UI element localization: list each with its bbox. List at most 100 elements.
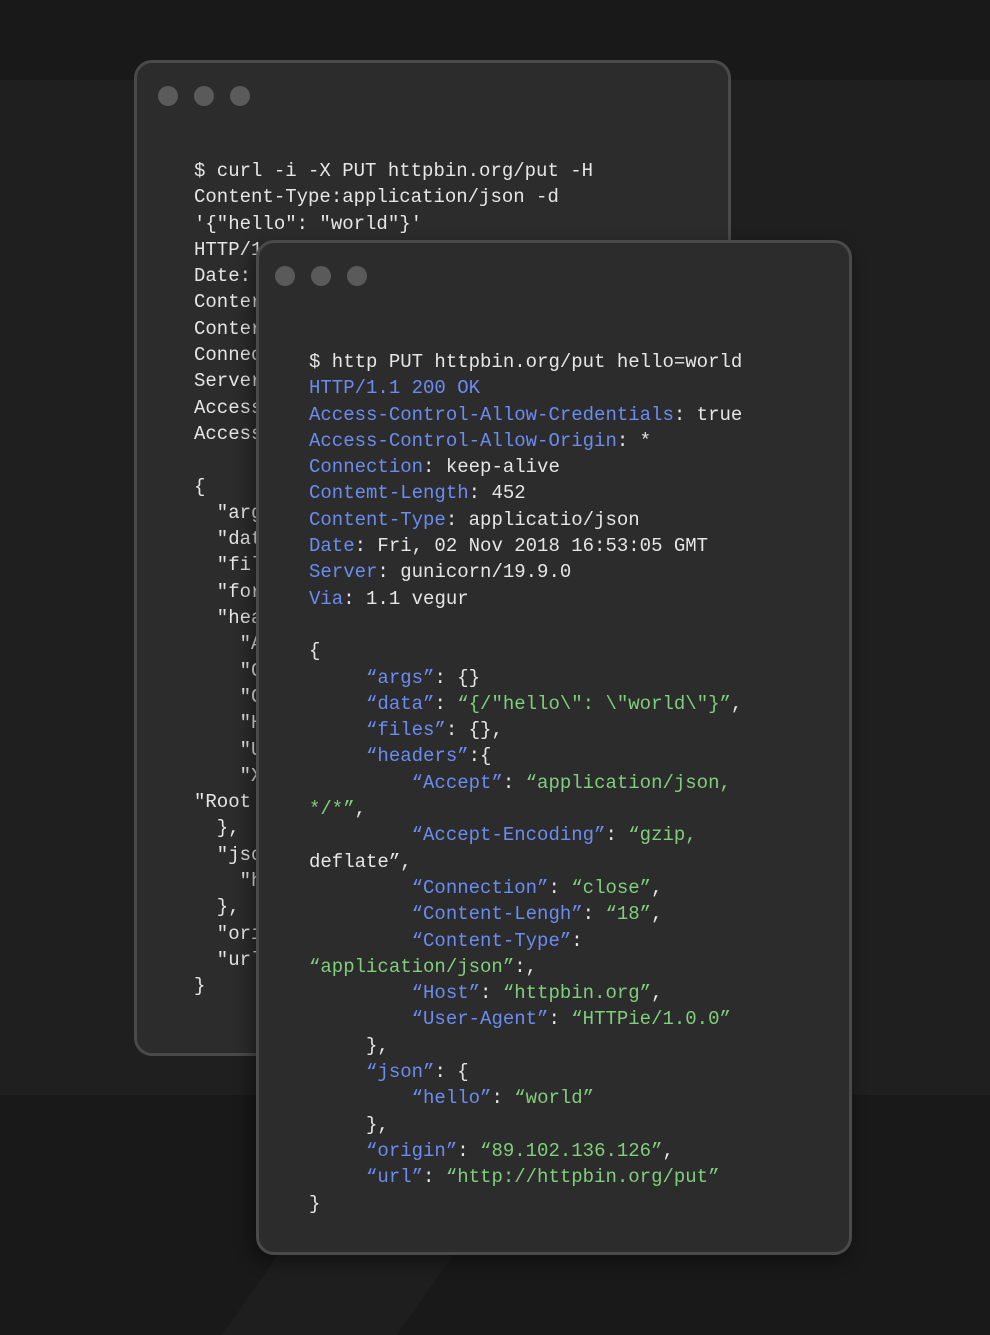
json-line: “data”: “{/"hello\": \"world\"}”, [366,692,743,715]
json-value: “httpbin.org” [502,982,652,1005]
json-line: “json”: { [366,1061,469,1084]
json-key: “json” [366,1061,435,1084]
json-line: “args”: {} [366,666,481,689]
header-value: applicatio/json [468,508,640,531]
header-line: Connection: keep-alive [309,456,560,479]
json-line: { [309,638,742,664]
json-line: deflate”, [309,850,412,873]
header-name: Contemt-Length [309,482,469,505]
json-value: “89.102.136.126” [480,1139,663,1162]
json-key: “Accept-Encoding” [411,824,606,847]
minimize-dot-icon[interactable] [311,266,331,286]
status-protocol: HTTP [309,377,355,400]
header-name: Via [309,587,344,610]
header-line: Contemt-Length: 452 [309,482,526,505]
command-line: $ http PUT httpbin.org/put hello=world [309,349,742,375]
json-key: “Content-Lengh” [411,903,583,926]
json-brace: { [457,1061,469,1084]
header-line: Content-Type: applicatio/json [309,508,640,531]
json-key: “User-Agent” [411,1008,549,1031]
json-value: deflate” [309,850,401,873]
header-value: 1.1 vegur [366,587,469,610]
curl-line: $ curl -i -X PUT httpbin.org/put -H [194,160,594,182]
json-value: {}, [468,719,503,742]
json-value: {} [457,666,481,689]
header-line: Date: Fri, 02 Nov 2018 16:53:05 GMT [309,535,709,558]
json-value: “HTTPie/1.0.0” [571,1008,731,1031]
json-line: “origin”: “89.102.136.126”, [366,1139,674,1162]
json-value: “application/json, [525,771,731,794]
json-key: “url” [366,1166,424,1189]
json-line: “Content-Type”: [411,929,583,952]
json-value: “gzip, [628,824,697,847]
json-value: “18” [605,903,652,926]
header-value: gunicorn/19.9.0 [400,561,572,584]
window-controls [275,266,367,286]
header-name: Access-Control-Allow-Credentials [309,403,674,426]
header-line: Via: 1.1 vegur [309,587,469,610]
command-text: $ http PUT httpbin.org/put hello=world [309,351,743,373]
json-key: “headers” [366,745,469,768]
json-brace: }, [366,1034,389,1057]
json-line: “User-Agent”: “HTTPie/1.0.0” [411,1008,731,1031]
header-line: Access-Control-Allow-Origin: * [309,429,652,452]
httpie-terminal-output: $ http PUT httpbin.org/put hello=world HT… [309,349,742,1217]
header-value: 452 [491,482,526,505]
json-brace: }, [366,1113,389,1136]
maximize-dot-icon[interactable] [347,266,367,286]
header-name: Connection [309,456,424,479]
header-value: keep-alive [445,456,560,479]
header-line: Server: gunicorn/19.9.0 [309,561,572,584]
httpie-terminal-window[interactable]: $ http PUT httpbin.org/put hello=world HT… [256,240,852,1255]
curl-line: '{"hello": "world"}' [194,212,423,235]
status-code: 200 [411,377,446,400]
json-line: “Content-Lengh”: “18”, [411,903,663,926]
json-brace: } [309,1192,321,1215]
status-version: /1.1 [354,377,401,400]
header-name: Date [309,535,355,558]
json-key: “Content-Type” [411,929,572,952]
json-key: “Host” [411,982,481,1005]
json-brace: { [309,640,321,663]
header-line: Access-Control-Allow-Credentials: true [309,403,743,426]
json-brace: :{ [468,745,492,768]
maximize-dot-icon[interactable] [230,86,250,106]
json-line: “hello”: “world” [411,1087,595,1110]
json-key: “Accept” [411,771,503,794]
curl-line: Content-Type:application/json -d [194,186,559,209]
json-line: }, [309,1033,742,1059]
header-name: Access-Control-Allow-Origin [309,429,617,452]
json-line: “application/json”:, [309,955,538,978]
header-name: Content-Type [309,508,446,531]
json-line: }, [309,1112,742,1138]
header-value: Fri, 02 Nov 2018 16:53:05 GMT [377,535,709,558]
window-controls [158,86,250,106]
json-key: “origin” [366,1139,458,1162]
minimize-dot-icon[interactable] [194,86,214,106]
json-line: “headers”:{ [309,743,742,769]
json-value: “world” [514,1087,595,1110]
header-value: true [696,403,743,426]
json-value: “close” [571,876,652,899]
header-name: Server [309,561,378,584]
background-stripe [221,1255,454,1335]
json-key: “hello” [411,1087,492,1110]
json-line: “url”: “http://httpbin.org/put” [366,1166,720,1189]
json-line: “Accept”: “application/json, [411,771,731,794]
json-key: “data” [366,692,435,715]
status-line: HTTP/1.1 200 OK [309,375,742,401]
json-line: } [309,1191,742,1217]
json-line: “Host”: “httpbin.org”, [411,982,663,1005]
json-value: “{/"hello\": \"world\"}” [457,692,731,715]
json-value: */*” [309,798,355,821]
status-reason: OK [457,377,481,400]
header-value: * [639,429,652,452]
close-dot-icon[interactable] [158,86,178,106]
json-key: “args” [366,666,435,689]
json-line: “Accept-Encoding”: “gzip, [411,824,697,847]
close-dot-icon[interactable] [275,266,295,286]
json-key: “Connection” [411,876,549,899]
json-value: “application/json” [309,955,515,978]
json-key: “files” [366,719,446,742]
